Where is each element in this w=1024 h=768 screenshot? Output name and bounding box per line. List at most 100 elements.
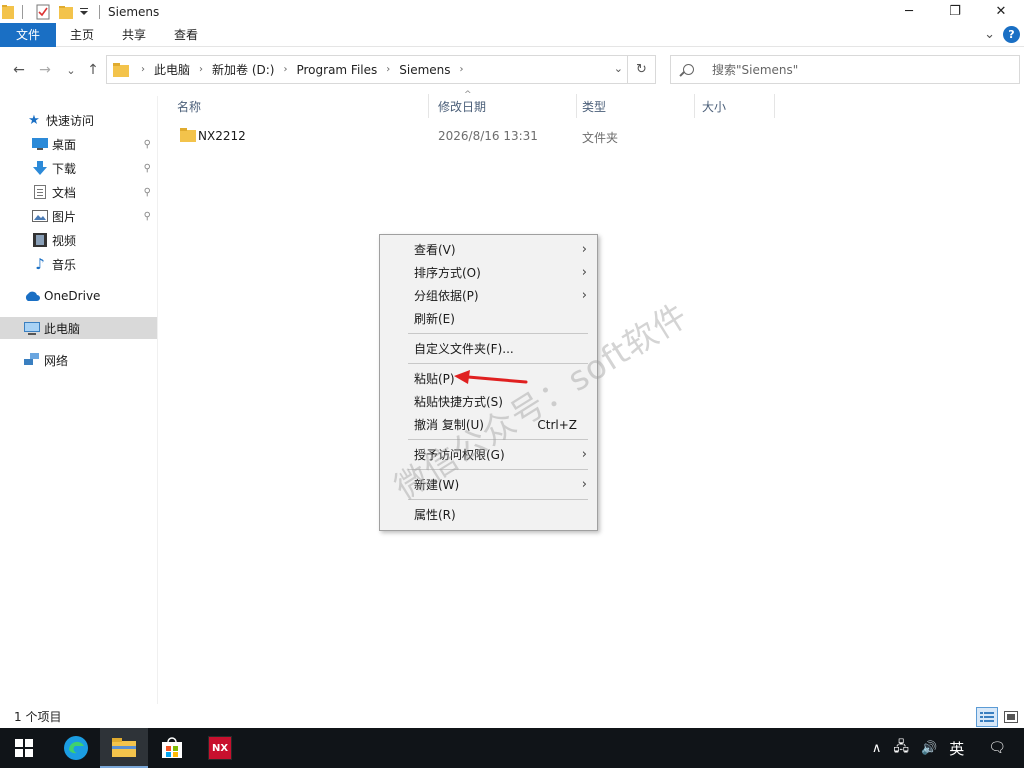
folder-icon — [2, 4, 18, 20]
edge-icon — [64, 736, 88, 760]
windows-icon — [15, 739, 33, 757]
computer-icon — [24, 321, 40, 335]
breadcrumb-separator[interactable]: › — [386, 64, 390, 75]
tab-file[interactable]: 文件 — [0, 22, 56, 47]
menu-separator — [408, 333, 588, 334]
volume-icon[interactable]: 🔊 — [921, 741, 937, 756]
sidebar-item-label: OneDrive — [44, 289, 101, 303]
file-name: NX2212 — [198, 129, 246, 143]
download-icon — [32, 161, 48, 175]
back-button[interactable]: ← — [10, 60, 28, 80]
sidebar-item-label: 网络 — [44, 353, 69, 368]
menu-item-view[interactable]: 查看(V) › — [380, 238, 597, 261]
sidebar-item-documents[interactable]: 文档 ⚲ — [0, 181, 157, 203]
pin-icon[interactable]: ⚲ — [144, 211, 151, 222]
minimize-button[interactable]: ─ — [886, 0, 932, 23]
submenu-arrow-icon: › — [581, 288, 587, 303]
desktop-icon — [32, 137, 48, 151]
column-header-size[interactable]: 大小 — [702, 98, 726, 115]
item-count: 1 个项目 — [14, 710, 62, 724]
sidebar-item-label: 视频 — [52, 233, 77, 248]
ribbon-tabs: 文件 主页 共享 查看 ⌄ ? — [0, 22, 1024, 47]
breadcrumb-program-files[interactable]: Program Files — [296, 63, 377, 77]
edge-taskbar-button[interactable] — [52, 728, 100, 768]
new-folder-icon[interactable] — [59, 4, 75, 20]
sidebar-item-label: 图片 — [52, 209, 77, 224]
nx-icon: NX — [208, 736, 232, 760]
pin-icon[interactable]: ⚲ — [144, 163, 151, 174]
column-header-modified[interactable]: 修改日期 — [438, 98, 486, 115]
menu-item-refresh[interactable]: 刷新(E) — [380, 307, 597, 330]
submenu-arrow-icon: › — [581, 242, 587, 257]
sidebar-item-music[interactable]: ♪ 音乐 — [0, 253, 157, 275]
properties-icon[interactable] — [35, 4, 51, 20]
breadcrumb-separator[interactable]: › — [199, 64, 203, 75]
menu-item-group-by[interactable]: 分组依据(P) › — [380, 284, 597, 307]
customize-toolbar-icon[interactable] — [77, 4, 93, 20]
breadcrumb-this-pc[interactable]: 此电脑 — [154, 61, 190, 78]
sidebar-item-pictures[interactable]: 图片 ⚲ — [0, 205, 157, 227]
forward-button[interactable]: → — [36, 60, 54, 80]
network-icon — [24, 353, 40, 367]
music-icon: ♪ — [35, 255, 45, 273]
nx-taskbar-button[interactable]: NX — [196, 728, 244, 768]
pin-icon[interactable]: ⚲ — [144, 187, 151, 198]
pin-icon[interactable]: ⚲ — [144, 139, 151, 150]
breadcrumb-separator[interactable]: › — [283, 64, 287, 75]
refresh-button[interactable]: ↻ — [627, 56, 655, 83]
start-button[interactable] — [0, 728, 48, 768]
submenu-arrow-icon: › — [581, 477, 587, 492]
maximize-button[interactable]: ❐ — [932, 0, 978, 23]
breadcrumb-siemens[interactable]: Siemens — [399, 63, 450, 77]
breadcrumb-separator[interactable]: › — [460, 64, 464, 75]
ribbon-collapse-icon[interactable]: ⌄ — [984, 27, 995, 42]
taskbar: NX ∧ 🖧 🔊 英 🗨 — [0, 728, 1024, 768]
folder-icon — [113, 62, 129, 77]
file-type: 文件夹 — [582, 131, 619, 145]
tab-home[interactable]: 主页 — [56, 23, 108, 47]
column-header-name[interactable]: 名称 — [177, 98, 201, 115]
file-explorer-taskbar-button[interactable] — [100, 728, 148, 768]
video-icon — [32, 233, 48, 247]
breadcrumb-separator[interactable]: › — [141, 64, 145, 75]
details-view-button[interactable] — [976, 707, 998, 727]
document-icon — [32, 185, 48, 199]
search-input[interactable]: 搜索"Siemens" — [712, 61, 798, 78]
address-bar[interactable]: › 此电脑 › 新加卷 (D:) › Program Files › Sieme… — [106, 55, 656, 84]
sidebar-item-videos[interactable]: 视频 — [0, 229, 157, 251]
up-button[interactable]: ↑ — [84, 60, 102, 80]
large-icons-view-button[interactable] — [1000, 707, 1022, 727]
input-method-indicator[interactable]: 英 — [949, 738, 964, 759]
tab-share[interactable]: 共享 — [108, 23, 160, 47]
help-icon[interactable]: ? — [1003, 26, 1020, 43]
list-item[interactable]: NX2212 2026/8/16 13:31 文件夹 — [170, 124, 770, 148]
navigation-pane: ★ 快速访问 桌面 ⚲ 下载 ⚲ 文档 ⚲ 图片 ⚲ 视频 ♪ 音乐 OneDr… — [0, 96, 158, 704]
sidebar-item-onedrive[interactable]: OneDrive — [0, 285, 157, 307]
search-box[interactable]: 搜索"Siemens" — [670, 55, 1020, 84]
sidebar-item-label: 此电脑 — [44, 321, 81, 336]
address-dropdown-icon[interactable]: ⌄ — [614, 62, 623, 75]
store-taskbar-button[interactable] — [148, 728, 196, 768]
tab-view[interactable]: 查看 — [160, 23, 212, 47]
navigation-bar: ← → ⌄ ↑ › 此电脑 › 新加卷 (D:) › Program Files… — [0, 52, 1024, 88]
title-bar: Siemens ─ ❐ ✕ — [0, 0, 1024, 23]
show-hidden-icons-icon[interactable]: ∧ — [872, 741, 882, 756]
sidebar-item-network[interactable]: 网络 — [0, 349, 157, 371]
menu-item-sort-by[interactable]: 排序方式(O) › — [380, 261, 597, 284]
sidebar-item-this-pc[interactable]: 此电脑 — [0, 317, 157, 339]
sidebar-item-label: 桌面 — [52, 137, 77, 152]
recent-locations-button[interactable]: ⌄ — [62, 60, 80, 80]
sidebar-item-downloads[interactable]: 下载 ⚲ — [0, 157, 157, 179]
sidebar-item-quick-access[interactable]: ★ 快速访问 — [0, 109, 157, 131]
close-button[interactable]: ✕ — [978, 0, 1024, 23]
network-status-icon[interactable]: 🖧 — [893, 736, 909, 760]
system-tray: ∧ 🖧 🔊 英 🗨 — [866, 728, 1024, 768]
sidebar-item-label: 音乐 — [52, 257, 77, 272]
window-title: Siemens — [108, 4, 160, 19]
column-header-type[interactable]: 类型 — [582, 98, 606, 115]
folder-icon — [180, 128, 196, 145]
notification-icon[interactable]: 🗨 — [988, 740, 1006, 756]
sidebar-item-desktop[interactable]: 桌面 ⚲ — [0, 133, 157, 155]
submenu-arrow-icon: › — [581, 265, 587, 280]
breadcrumb-drive-d[interactable]: 新加卷 (D:) — [212, 61, 274, 78]
